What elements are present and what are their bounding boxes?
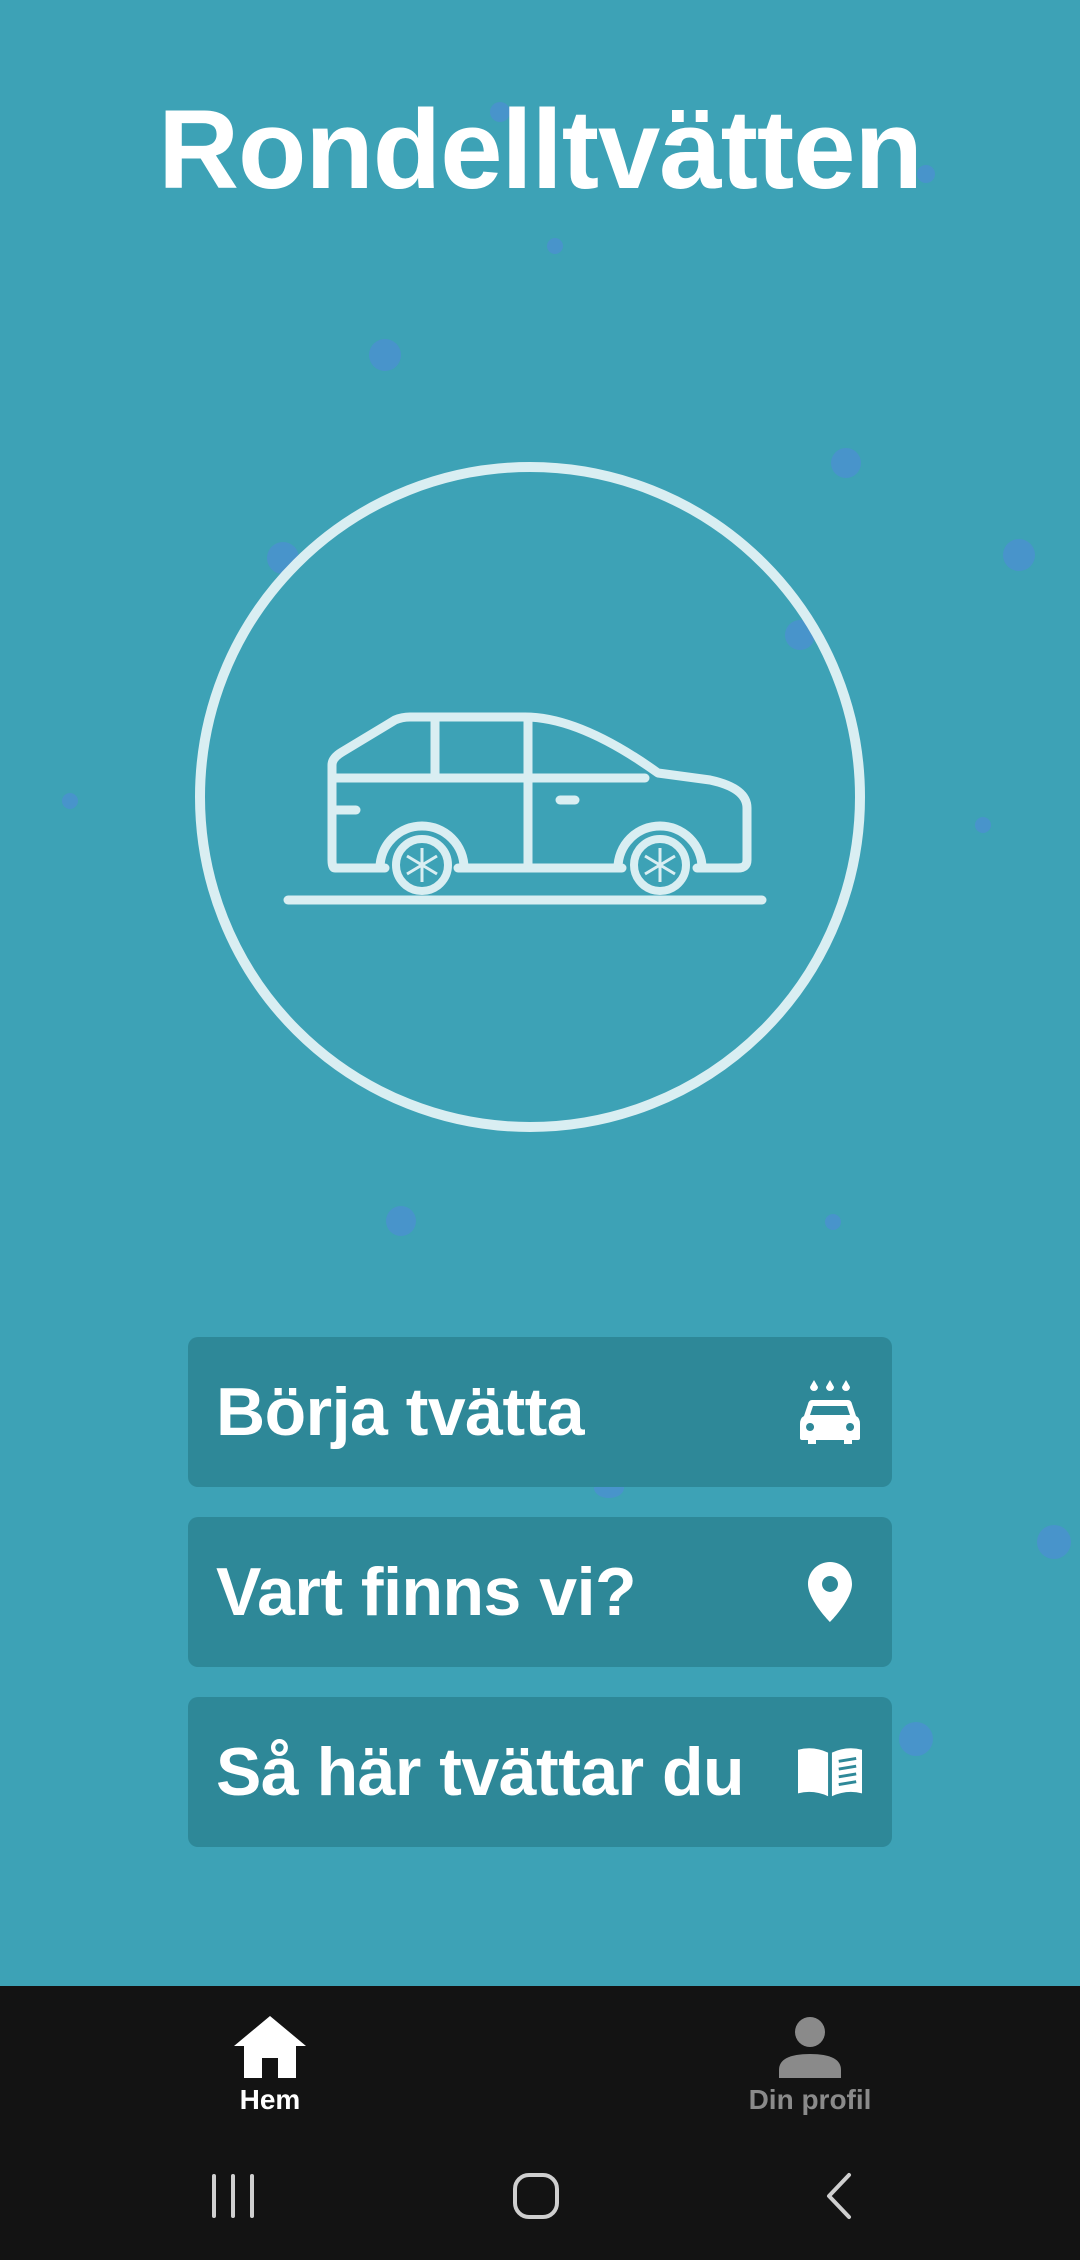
nav-home[interactable]: Hem bbox=[120, 1986, 420, 2126]
car-icon bbox=[283, 712, 767, 905]
background-dot bbox=[825, 1214, 841, 1230]
background-dot bbox=[386, 1206, 416, 1236]
recent-apps-button[interactable] bbox=[183, 2146, 283, 2246]
back-button[interactable] bbox=[789, 2146, 889, 2246]
nav-profile[interactable]: Din profil bbox=[660, 1986, 960, 2126]
how-to-wash-button[interactable]: Så här tvättar du bbox=[188, 1697, 892, 1847]
home-icon bbox=[232, 2014, 308, 2080]
find-us-button[interactable]: Vart finns vi? bbox=[188, 1517, 892, 1667]
background-dot bbox=[369, 339, 401, 371]
bottom-navigation: Hem Din profil bbox=[0, 1986, 1080, 2126]
background-dot bbox=[1003, 539, 1035, 571]
how-to-wash-label: Så här tvättar du bbox=[216, 1734, 745, 1810]
nav-profile-label: Din profil bbox=[748, 2084, 872, 2115]
nav-home-label: Hem bbox=[239, 2084, 301, 2115]
back-icon bbox=[827, 2173, 851, 2219]
background-dot bbox=[62, 793, 78, 809]
background-dot bbox=[831, 448, 861, 478]
recent-apps-icon bbox=[212, 2174, 254, 2218]
home-circle-icon bbox=[513, 2173, 559, 2219]
background-dot bbox=[1037, 1525, 1071, 1559]
location-pin-icon bbox=[798, 1560, 862, 1624]
person-icon bbox=[772, 2014, 848, 2080]
background-dot bbox=[899, 1722, 933, 1756]
background-dot bbox=[547, 238, 563, 254]
main-screen: Rondelltvätten Börja tvätta Vart finns v… bbox=[0, 0, 1080, 1986]
start-wash-label: Börja tvätta bbox=[216, 1374, 585, 1450]
start-wash-button[interactable]: Börja tvätta bbox=[188, 1337, 892, 1487]
book-icon bbox=[798, 1740, 862, 1804]
car-wash-icon bbox=[798, 1380, 862, 1444]
background-dot bbox=[975, 817, 991, 833]
find-us-label: Vart finns vi? bbox=[216, 1554, 637, 1630]
system-home-button[interactable] bbox=[486, 2146, 586, 2246]
system-navigation-bar bbox=[0, 2126, 1080, 2260]
app-title: Rondelltvätten bbox=[158, 87, 923, 212]
